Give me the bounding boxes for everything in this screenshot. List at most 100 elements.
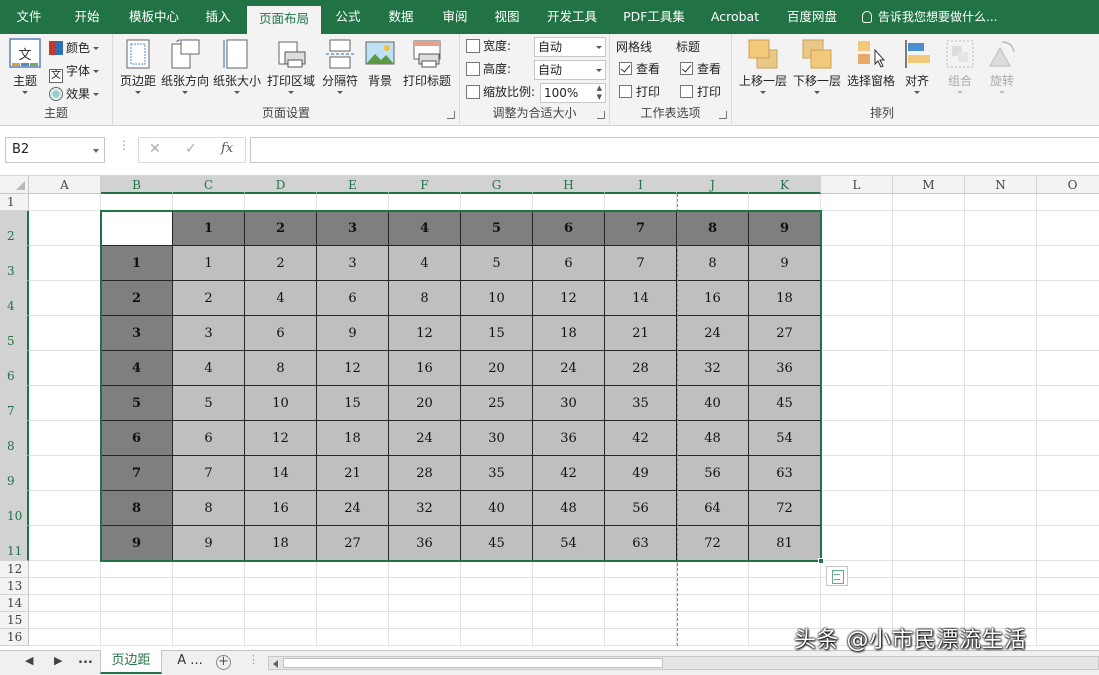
cell-A10[interactable]	[29, 491, 101, 526]
table-cell[interactable]: 8	[173, 491, 245, 526]
cell-J12[interactable]	[677, 561, 749, 578]
cell-B15[interactable]	[101, 612, 173, 629]
table-header-cell[interactable]: 8	[101, 491, 173, 526]
row-header-8[interactable]: 8	[0, 421, 29, 456]
cell-N3[interactable]	[965, 246, 1037, 281]
cell-A14[interactable]	[29, 595, 101, 612]
cell-M1[interactable]	[893, 194, 965, 211]
table-cell[interactable]: 2	[173, 281, 245, 316]
table-cell[interactable]: 6	[245, 316, 317, 351]
table-cell[interactable]: 30	[533, 386, 605, 421]
table-cell[interactable]: 20	[389, 386, 461, 421]
cell-K12[interactable]	[749, 561, 821, 578]
cell-G14[interactable]	[461, 595, 533, 612]
cell-C1[interactable]	[173, 194, 245, 211]
cell-M8[interactable]	[893, 421, 965, 456]
cell-I16[interactable]	[605, 629, 677, 646]
table-cell[interactable]: 8	[245, 351, 317, 386]
table-cell[interactable]: 20	[461, 351, 533, 386]
column-header-G[interactable]: G	[461, 176, 533, 194]
page-setup-dialog-launcher[interactable]	[447, 111, 455, 119]
select-all-button[interactable]	[0, 176, 29, 194]
cell-M7[interactable]	[893, 386, 965, 421]
table-cell[interactable]: 9	[749, 246, 821, 281]
cell-L1[interactable]	[821, 194, 893, 211]
cell-G12[interactable]	[461, 561, 533, 578]
cell-E16[interactable]	[317, 629, 389, 646]
send-backward-button[interactable]: 下移一层	[792, 38, 842, 94]
column-header-K[interactable]: K	[749, 176, 821, 194]
cell-A13[interactable]	[29, 578, 101, 595]
table-header-cell[interactable]: 7	[101, 456, 173, 491]
table-cell[interactable]: 9	[317, 316, 389, 351]
cell-C12[interactable]	[173, 561, 245, 578]
cell-O5[interactable]	[1037, 316, 1099, 351]
column-header-H[interactable]: H	[533, 176, 605, 194]
scroll-left-icon[interactable]: ◀	[25, 654, 33, 667]
enter-icon[interactable]: ✓	[185, 141, 197, 157]
cell-M4[interactable]	[893, 281, 965, 316]
gridlines-print-checkbox[interactable]: 打印	[619, 82, 660, 102]
table-header-cell[interactable]: 7	[605, 211, 677, 246]
tab-template-center[interactable]: 模板中心	[116, 0, 192, 34]
cell-L11[interactable]	[821, 526, 893, 561]
table-cell[interactable]: 24	[677, 316, 749, 351]
cell-O9[interactable]	[1037, 456, 1099, 491]
resize-handle-icon[interactable]: ⋮	[118, 139, 130, 151]
cell-N1[interactable]	[965, 194, 1037, 211]
gridlines-view-checkbox[interactable]: 查看	[619, 59, 660, 79]
cell-D15[interactable]	[245, 612, 317, 629]
table-cell[interactable]: 14	[605, 281, 677, 316]
cell-O10[interactable]	[1037, 491, 1099, 526]
cell-L2[interactable]	[821, 211, 893, 246]
table-cell[interactable]: 45	[461, 526, 533, 561]
cell-O16[interactable]	[1037, 629, 1099, 646]
align-button[interactable]: 对齐	[902, 38, 932, 94]
cell-A16[interactable]	[29, 629, 101, 646]
cell-D16[interactable]	[245, 629, 317, 646]
table-header-cell[interactable]: 9	[101, 526, 173, 561]
tell-me-box[interactable]: 告诉我您想要做什么...	[862, 0, 997, 34]
table-cell[interactable]: 42	[533, 456, 605, 491]
cell-I15[interactable]	[605, 612, 677, 629]
cell-M5[interactable]	[893, 316, 965, 351]
table-cell[interactable]: 18	[245, 526, 317, 561]
add-sheet-button[interactable]: +	[216, 655, 231, 670]
table-cell[interactable]: 4	[173, 351, 245, 386]
table-cell[interactable]: 42	[605, 421, 677, 456]
cell-A6[interactable]	[29, 351, 101, 386]
cell-N14[interactable]	[965, 595, 1037, 612]
table-cell[interactable]: 21	[317, 456, 389, 491]
cell-B16[interactable]	[101, 629, 173, 646]
column-header-O[interactable]: O	[1037, 176, 1099, 194]
cell-G1[interactable]	[461, 194, 533, 211]
table-cell[interactable]: 1	[173, 246, 245, 281]
cell-A2[interactable]	[29, 211, 101, 246]
table-cell[interactable]: 14	[245, 456, 317, 491]
row-header-13[interactable]: 13	[0, 578, 29, 595]
orientation-button[interactable]: 纸张方向	[161, 38, 209, 94]
column-header-L[interactable]: L	[821, 176, 893, 194]
group-objects-button[interactable]: 组合	[944, 38, 976, 94]
cell-B12[interactable]	[101, 561, 173, 578]
table-cell[interactable]: 48	[533, 491, 605, 526]
cell-L7[interactable]	[821, 386, 893, 421]
tab-acrobat[interactable]: Acrobat	[702, 0, 768, 34]
row-header-3[interactable]: 3	[0, 246, 29, 281]
table-header-cell[interactable]: 5	[101, 386, 173, 421]
selection-pane-button[interactable]: 选择窗格	[846, 38, 896, 88]
table-cell[interactable]: 32	[389, 491, 461, 526]
row-header-5[interactable]: 5	[0, 316, 29, 351]
cell-H13[interactable]	[533, 578, 605, 595]
worksheet-grid[interactable]: A B C D E F G H I J K L M N O 1 2 3 4 5 6 7 8 9 10 11 12 13 14 15 16 1 2…	[0, 176, 1099, 650]
table-cell[interactable]: 4	[245, 281, 317, 316]
table-header-cell[interactable]: 1	[173, 211, 245, 246]
table-cell[interactable]: 7	[173, 456, 245, 491]
tab-baidu-netdisk[interactable]: 百度网盘	[778, 0, 846, 34]
table-header-cell[interactable]	[101, 211, 173, 246]
table-cell[interactable]: 15	[461, 316, 533, 351]
table-cell[interactable]: 36	[749, 351, 821, 386]
cell-C16[interactable]	[173, 629, 245, 646]
row-header-10[interactable]: 10	[0, 491, 29, 526]
cell-N12[interactable]	[965, 561, 1037, 578]
